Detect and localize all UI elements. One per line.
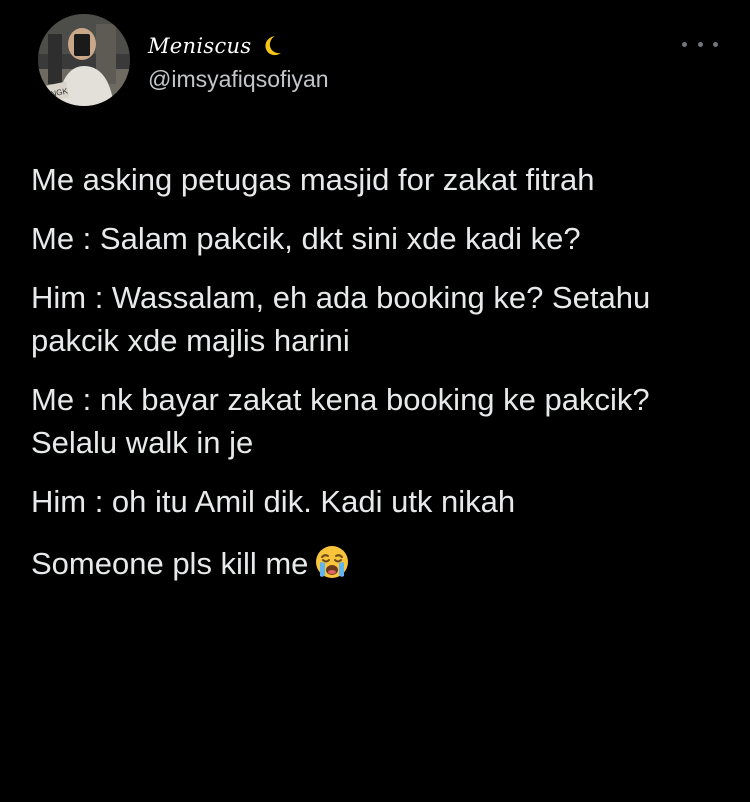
tweet-line: Him : oh itu Amil dik. Kadi utk nikah <box>31 484 516 519</box>
avatar-photo: ANGK <box>38 14 130 106</box>
more-options-icon[interactable] <box>682 36 718 52</box>
tweet: ANGK Meniscus @imsyafiqsofiyan Me asking… <box>0 0 750 802</box>
tweet-line: Me : Salam pakcik, dkt sini xde kadi ke? <box>31 221 581 256</box>
tweet-text: Me asking petugas masjid for zakat fitra… <box>31 158 721 601</box>
display-name[interactable]: Meniscus <box>148 34 251 58</box>
user-handle[interactable]: @imsyafiqsofiyan <box>148 66 329 93</box>
dot <box>713 41 718 47</box>
tweet-line: Someone pls kill me <box>31 546 309 581</box>
loudly-crying-face-icon <box>314 544 350 580</box>
crescent-moon-icon <box>259 33 285 59</box>
tweet-line: Me : nk bayar zakat kena booking ke pakc… <box>31 382 650 460</box>
dot <box>697 41 703 47</box>
tweet-line: Me asking petugas masjid for zakat fitra… <box>31 162 595 197</box>
display-name-row[interactable]: Meniscus <box>148 30 285 62</box>
avatar[interactable]: ANGK <box>38 14 130 106</box>
tweet-line: Him : Wassalam, eh ada booking ke? Setah… <box>31 280 651 358</box>
tweet-last-line: Someone pls kill me <box>31 542 721 585</box>
dot <box>682 41 687 47</box>
